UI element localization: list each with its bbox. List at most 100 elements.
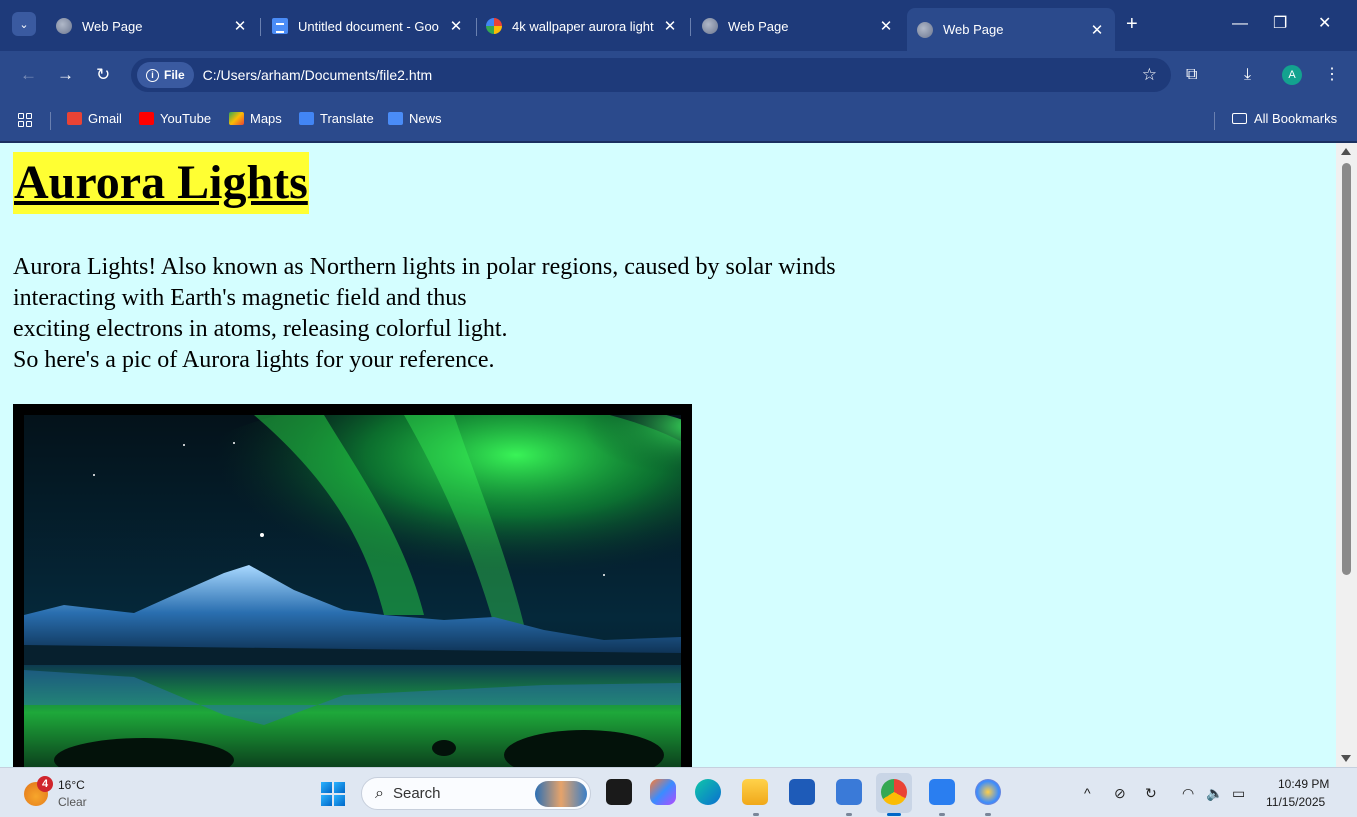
tab-web-page-1[interactable]: Web Page ✕ — [46, 8, 258, 44]
tab-untitled-document[interactable]: Untitled document - Goo ✕ — [262, 8, 474, 44]
close-tab-icon[interactable]: ✕ — [232, 17, 248, 35]
new-tab-plus-icon[interactable]: + — [1126, 14, 1138, 34]
volume-icon[interactable]: 🔈 — [1206, 784, 1223, 802]
close-tab-icon[interactable]: ✕ — [878, 17, 894, 35]
taskbar-search[interactable]: ⌕ Search — [361, 777, 591, 810]
scroll-down-arrow-icon[interactable] — [1341, 755, 1351, 762]
reload-icon[interactable]: ↻ — [96, 65, 110, 85]
weather-notification-badge: 4 — [37, 776, 53, 792]
forward-arrow-icon[interactable]: → — [57, 65, 74, 85]
bookmark-label: YouTube — [160, 111, 212, 126]
tab-search-chevron-icon[interactable]: ⌄ — [12, 12, 36, 36]
edge-icon[interactable] — [695, 779, 721, 805]
tab-web-page-active[interactable]: Web Page ✕ — [907, 8, 1115, 51]
apps-grid-icon[interactable] — [18, 113, 32, 127]
window-close-icon[interactable]: ✕ — [1318, 14, 1331, 34]
windows-taskbar: 4 16°C Clear ⌕ Search ^ ⊘ ↻ ◠ 🔈 ▭ 10:49 … — [0, 767, 1357, 817]
scroll-up-arrow-icon[interactable] — [1341, 148, 1351, 155]
scrollbar-thumb[interactable] — [1342, 163, 1351, 575]
bookmark-news[interactable]: News — [388, 111, 442, 126]
clock-time[interactable]: 10:49 PM — [1278, 777, 1329, 791]
news-icon — [388, 112, 403, 125]
notepad-icon[interactable] — [836, 779, 862, 805]
docs-app-icon[interactable] — [929, 779, 955, 805]
bookmark-label: Gmail — [88, 111, 122, 126]
tab-label: Web Page — [943, 22, 1004, 37]
google-icon — [486, 18, 502, 34]
running-indicator — [846, 813, 852, 816]
restore-icon[interactable]: ❐ — [1273, 14, 1287, 34]
wifi-icon[interactable]: ◠ — [1182, 784, 1194, 802]
bookmark-star-icon[interactable]: ☆ — [1142, 65, 1157, 85]
sync-icon[interactable]: ↻ — [1145, 784, 1157, 802]
bookmark-separator — [1214, 112, 1215, 130]
tab-separator — [260, 18, 261, 36]
menu-kebab-icon[interactable]: ⋮ — [1324, 65, 1340, 85]
bookmark-youtube[interactable]: YouTube — [139, 111, 211, 126]
url-text[interactable]: C:/Users/arham/Documents/file2.htm — [203, 67, 433, 83]
running-indicator — [753, 813, 759, 816]
back-arrow-icon[interactable]: ← — [20, 65, 37, 85]
tab-label: Web Page — [728, 18, 789, 34]
docs-icon — [272, 18, 288, 34]
download-icon[interactable]: ⤓ — [1244, 65, 1251, 85]
intro-paragraph: Aurora Lights! Also known as Northern li… — [13, 252, 836, 376]
tab-aurora-wallpaper[interactable]: 4k wallpaper aurora light ✕ — [476, 8, 688, 44]
file-explorer-icon[interactable] — [742, 779, 768, 805]
weather-temperature[interactable]: 16°C — [58, 778, 85, 792]
close-tab-icon[interactable]: ✕ — [1089, 21, 1105, 39]
search-placeholder: Search — [392, 785, 441, 802]
image-border-frame — [13, 404, 692, 767]
close-tab-icon[interactable]: ✕ — [448, 17, 464, 35]
tab-label: Untitled document - Goo — [298, 18, 439, 34]
microsoft-store-icon[interactable] — [789, 779, 815, 805]
web-page-content: Aurora Lights Aurora Lights! Also known … — [0, 143, 1336, 767]
bookmark-gmail[interactable]: Gmail — [67, 111, 122, 126]
chrome-icon[interactable] — [881, 779, 907, 805]
weather-condition[interactable]: Clear — [58, 795, 87, 809]
tab-label: Web Page — [82, 18, 143, 34]
tab-label: 4k wallpaper aurora light — [512, 18, 654, 34]
paragraph-line: Aurora Lights! Also known as Northern li… — [13, 254, 836, 280]
minimize-icon[interactable]: — — [1232, 14, 1248, 34]
running-indicator — [985, 813, 991, 816]
site-info-chip[interactable]: i File — [137, 62, 194, 88]
search-highlight-image[interactable] — [535, 781, 587, 807]
aurora-image — [24, 415, 681, 767]
globe-icon — [56, 18, 72, 34]
windows-start-icon[interactable] — [321, 782, 345, 806]
clock-date[interactable]: 11/15/2025 — [1266, 795, 1325, 809]
paint-icon[interactable] — [975, 779, 1001, 805]
bookmark-maps[interactable]: Maps — [229, 111, 282, 126]
bookmark-label: Maps — [250, 111, 282, 126]
task-view-icon[interactable] — [606, 779, 632, 805]
globe-icon — [702, 18, 718, 34]
translate-icon — [299, 112, 314, 125]
running-indicator-active — [887, 813, 901, 816]
tab-separator — [690, 18, 691, 36]
bookmark-separator — [50, 112, 51, 130]
extensions-puzzle-icon[interactable]: ⧉ — [1186, 65, 1197, 85]
running-indicator — [939, 813, 945, 816]
youtube-icon — [139, 112, 154, 125]
onedrive-offline-icon[interactable]: ⊘ — [1114, 784, 1126, 802]
search-icon: ⌕ — [375, 784, 384, 802]
bookmark-translate[interactable]: Translate — [299, 111, 374, 126]
all-bookmarks-button[interactable]: All Bookmarks — [1232, 111, 1337, 126]
maps-icon — [229, 112, 244, 125]
paragraph-line: exciting electrons in atoms, releasing c… — [13, 316, 508, 342]
battery-icon[interactable]: ▭ — [1232, 784, 1245, 802]
vertical-scrollbar[interactable] — [1336, 143, 1357, 767]
copilot-icon[interactable] — [650, 779, 676, 805]
close-tab-icon[interactable]: ✕ — [662, 17, 678, 35]
info-icon: i — [146, 68, 159, 82]
browser-toolbar: ← → ↻ i File C:/Users/arham/Documents/fi… — [0, 51, 1357, 101]
show-hidden-icons-chevron-icon[interactable]: ^ — [1084, 784, 1091, 802]
globe-icon — [917, 21, 933, 38]
tab-web-page-2[interactable]: Web Page ✕ — [692, 8, 904, 44]
address-bar[interactable]: i File C:/Users/arham/Documents/file2.ht… — [131, 58, 1171, 92]
paragraph-line: interacting with Earth's magnetic field … — [13, 285, 467, 311]
page-heading: Aurora Lights — [13, 152, 309, 214]
folder-icon — [1232, 113, 1247, 124]
profile-avatar[interactable]: A — [1282, 65, 1302, 85]
